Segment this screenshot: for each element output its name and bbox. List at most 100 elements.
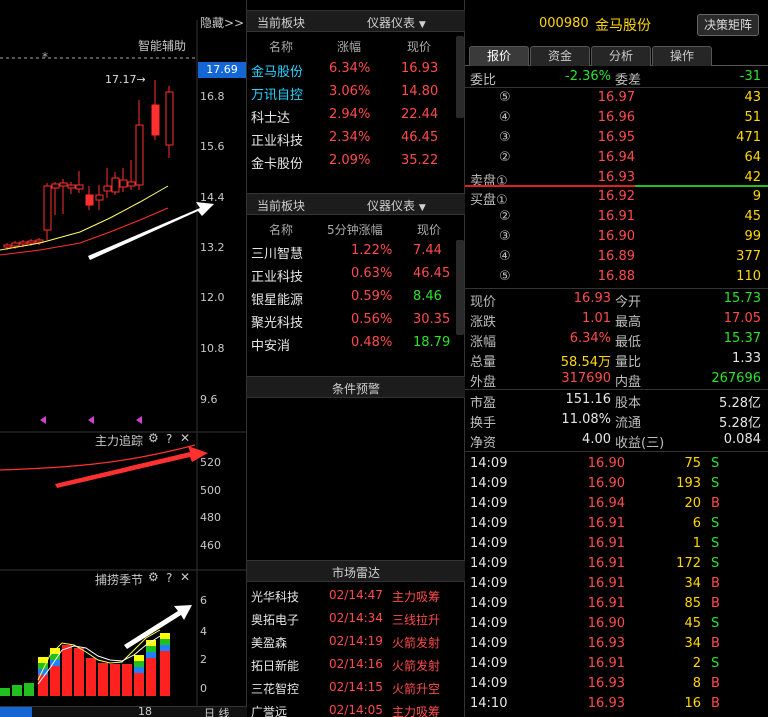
radar-time: 02/14:16 [329,657,383,671]
list-item[interactable]: 三川智慧 1.22% 7.44 [247,240,457,263]
financial-row: 净资 4.00 收益(三) 0.084 [465,430,768,451]
kline-chart[interactable]: 隐藏>> 智能辅助 17.69 17.17→ 16.8 15.6 14.4 13.2 1… [0,0,247,717]
list-item[interactable]: 中安消 0.48% 18.79 [247,332,457,355]
stat-value: 6.34% [569,331,611,346]
candle-body [127,181,136,187]
tick-time: 14:10 [470,696,508,711]
bid-row[interactable]: ④ 16.89 377 [465,247,768,267]
candle-body [103,185,112,192]
indicator2-bar [110,664,120,696]
stock-name: 金马股份 [595,15,651,35]
list-item[interactable]: 光华科技 02/14:47 主力吸筹 [247,584,465,607]
indicator2-bar [122,664,132,696]
stat-value: 1.33 [732,351,761,366]
ma-line-yellow [0,185,169,251]
list-item[interactable]: 金卡股份 2.09% 35.22 [247,150,457,173]
fin-value: 0.084 [723,432,761,447]
radar-event: 火箭发射 [392,636,441,650]
list-item[interactable]: 科士达 2.94% 22.44 [247,104,457,127]
tick-price: 16.90 [587,616,625,631]
signal-marker [88,416,94,424]
ask-row[interactable]: ③ 16.95 471 [465,128,768,148]
stat-label: 最高 [615,315,642,330]
tick-row: 14:09 16.91 172 S [465,554,768,574]
tick-volume: 34 [684,576,701,591]
list-item[interactable]: 银星能源 0.59% 8.46 [247,286,457,309]
tab-funds[interactable]: 资金 [530,46,590,66]
tick-row: 14:09 16.90 45 S [465,614,768,634]
list-item[interactable]: 奥拓电子 02/14:34 三线拉升 [247,607,465,630]
ask-price: 16.95 [597,130,635,145]
tick-side: B [711,596,720,611]
tick-time: 14:09 [470,676,508,691]
sector2-menu[interactable]: 仪器仪表 ▼ [367,197,426,214]
list-item[interactable]: 正业科技 0.63% 46.45 [247,263,457,286]
list-item[interactable]: 聚光科技 0.56% 30.35 [247,309,457,332]
candle-body [165,91,174,146]
list-item[interactable]: 三花智控 02/14:15 火箭升空 [247,676,465,699]
sector1-menu[interactable]: 仪器仪表 ▼ [367,14,426,31]
financial-row: 换手 11.08% 流通 5.28亿 [465,410,768,431]
ask-row[interactable]: ② 16.94 64 [465,148,768,168]
tab-operate[interactable]: 操作 [652,46,712,66]
list-item[interactable]: 万讯自控 3.06% 14.80 [247,81,457,104]
tick-price: 16.91 [587,596,625,611]
bid-level: 买盘① [470,193,508,208]
indicator1-line [0,444,196,471]
list-item[interactable]: 拓日新能 02/14:16 火箭发射 [247,653,465,676]
stock-price: 18.79 [413,335,451,350]
stat-value: 15.73 [723,291,761,306]
tick-row: 14:09 16.93 8 B [465,674,768,694]
bid-volume: 45 [744,209,761,224]
annotation-arrow [124,605,192,649]
indicator2-bar [12,685,22,696]
col-name[interactable]: 名称 [269,38,293,55]
bid-row[interactable]: ② 16.91 45 [465,207,768,227]
fin-label: 股本 [615,396,642,411]
tick-time: 14:09 [470,516,508,531]
stat-label: 内盘 [615,375,642,390]
tick-side: S [711,476,720,491]
tick-row: 14:09 16.94 20 B [465,494,768,514]
financial-row: 市盈 151.16 股本 5.28亿 [465,390,768,411]
bid-row[interactable]: 买盘① 16.92 9 [465,187,768,208]
tab-analysis[interactable]: 分析 [591,46,651,66]
radar-event: 火箭升空 [392,682,441,696]
bid-price: 16.90 [597,229,635,244]
stock-name: 中安消 [251,339,291,354]
candle-body [67,184,76,189]
list-item[interactable]: 美盈森 02/14:19 火箭发射 [247,630,465,653]
tick-time: 14:09 [470,636,508,651]
stock-price: 30.35 [413,312,451,327]
bid-row[interactable]: ⑤ 16.88 110 [465,267,768,287]
stat-row: 现价 16.93 今开 15.73 [465,289,768,310]
stock-name: 金马股份 [251,65,304,80]
tick-time: 14:09 [470,536,508,551]
bid-level: ④ [499,249,511,264]
tick-time: 14:09 [470,556,508,571]
bid-row[interactable]: ③ 16.90 99 [465,227,768,247]
ask-row[interactable]: ⑤ 16.97 43 [465,88,768,108]
candle-body [75,184,84,190]
ask-row[interactable]: ④ 16.96 51 [465,108,768,128]
list-item[interactable]: 正业科技 2.34% 46.45 [247,127,457,150]
decision-matrix-button[interactable]: 决策矩阵 [697,14,759,36]
stat-label: 最低 [615,335,642,350]
radar-event: 三线拉升 [392,613,441,627]
stat-label: 量比 [615,355,642,370]
col-change[interactable]: 涨幅 [337,38,361,55]
radar-event: 主力吸筹 [392,590,441,604]
radar-header: 市场雷达 [247,560,465,582]
col-5min-change[interactable]: 5分钟涨幅 [327,221,383,238]
tab-quote[interactable]: 报价 [469,46,529,66]
list-item[interactable]: 金马股份 6.34% 16.93 [247,58,457,81]
tick-volume: 6 [692,516,701,531]
sector2-scrollbar[interactable] [456,240,464,335]
sector1-scrollbar[interactable] [456,36,464,118]
col-price[interactable]: 现价 [407,38,431,55]
radar-time: 02/14:47 [329,588,383,602]
col-price[interactable]: 现价 [417,221,441,238]
col-name[interactable]: 名称 [269,221,293,238]
list-item[interactable]: 广誉远 02/14:05 主力吸筹 [247,699,465,717]
fin-value: 4.00 [582,432,611,447]
